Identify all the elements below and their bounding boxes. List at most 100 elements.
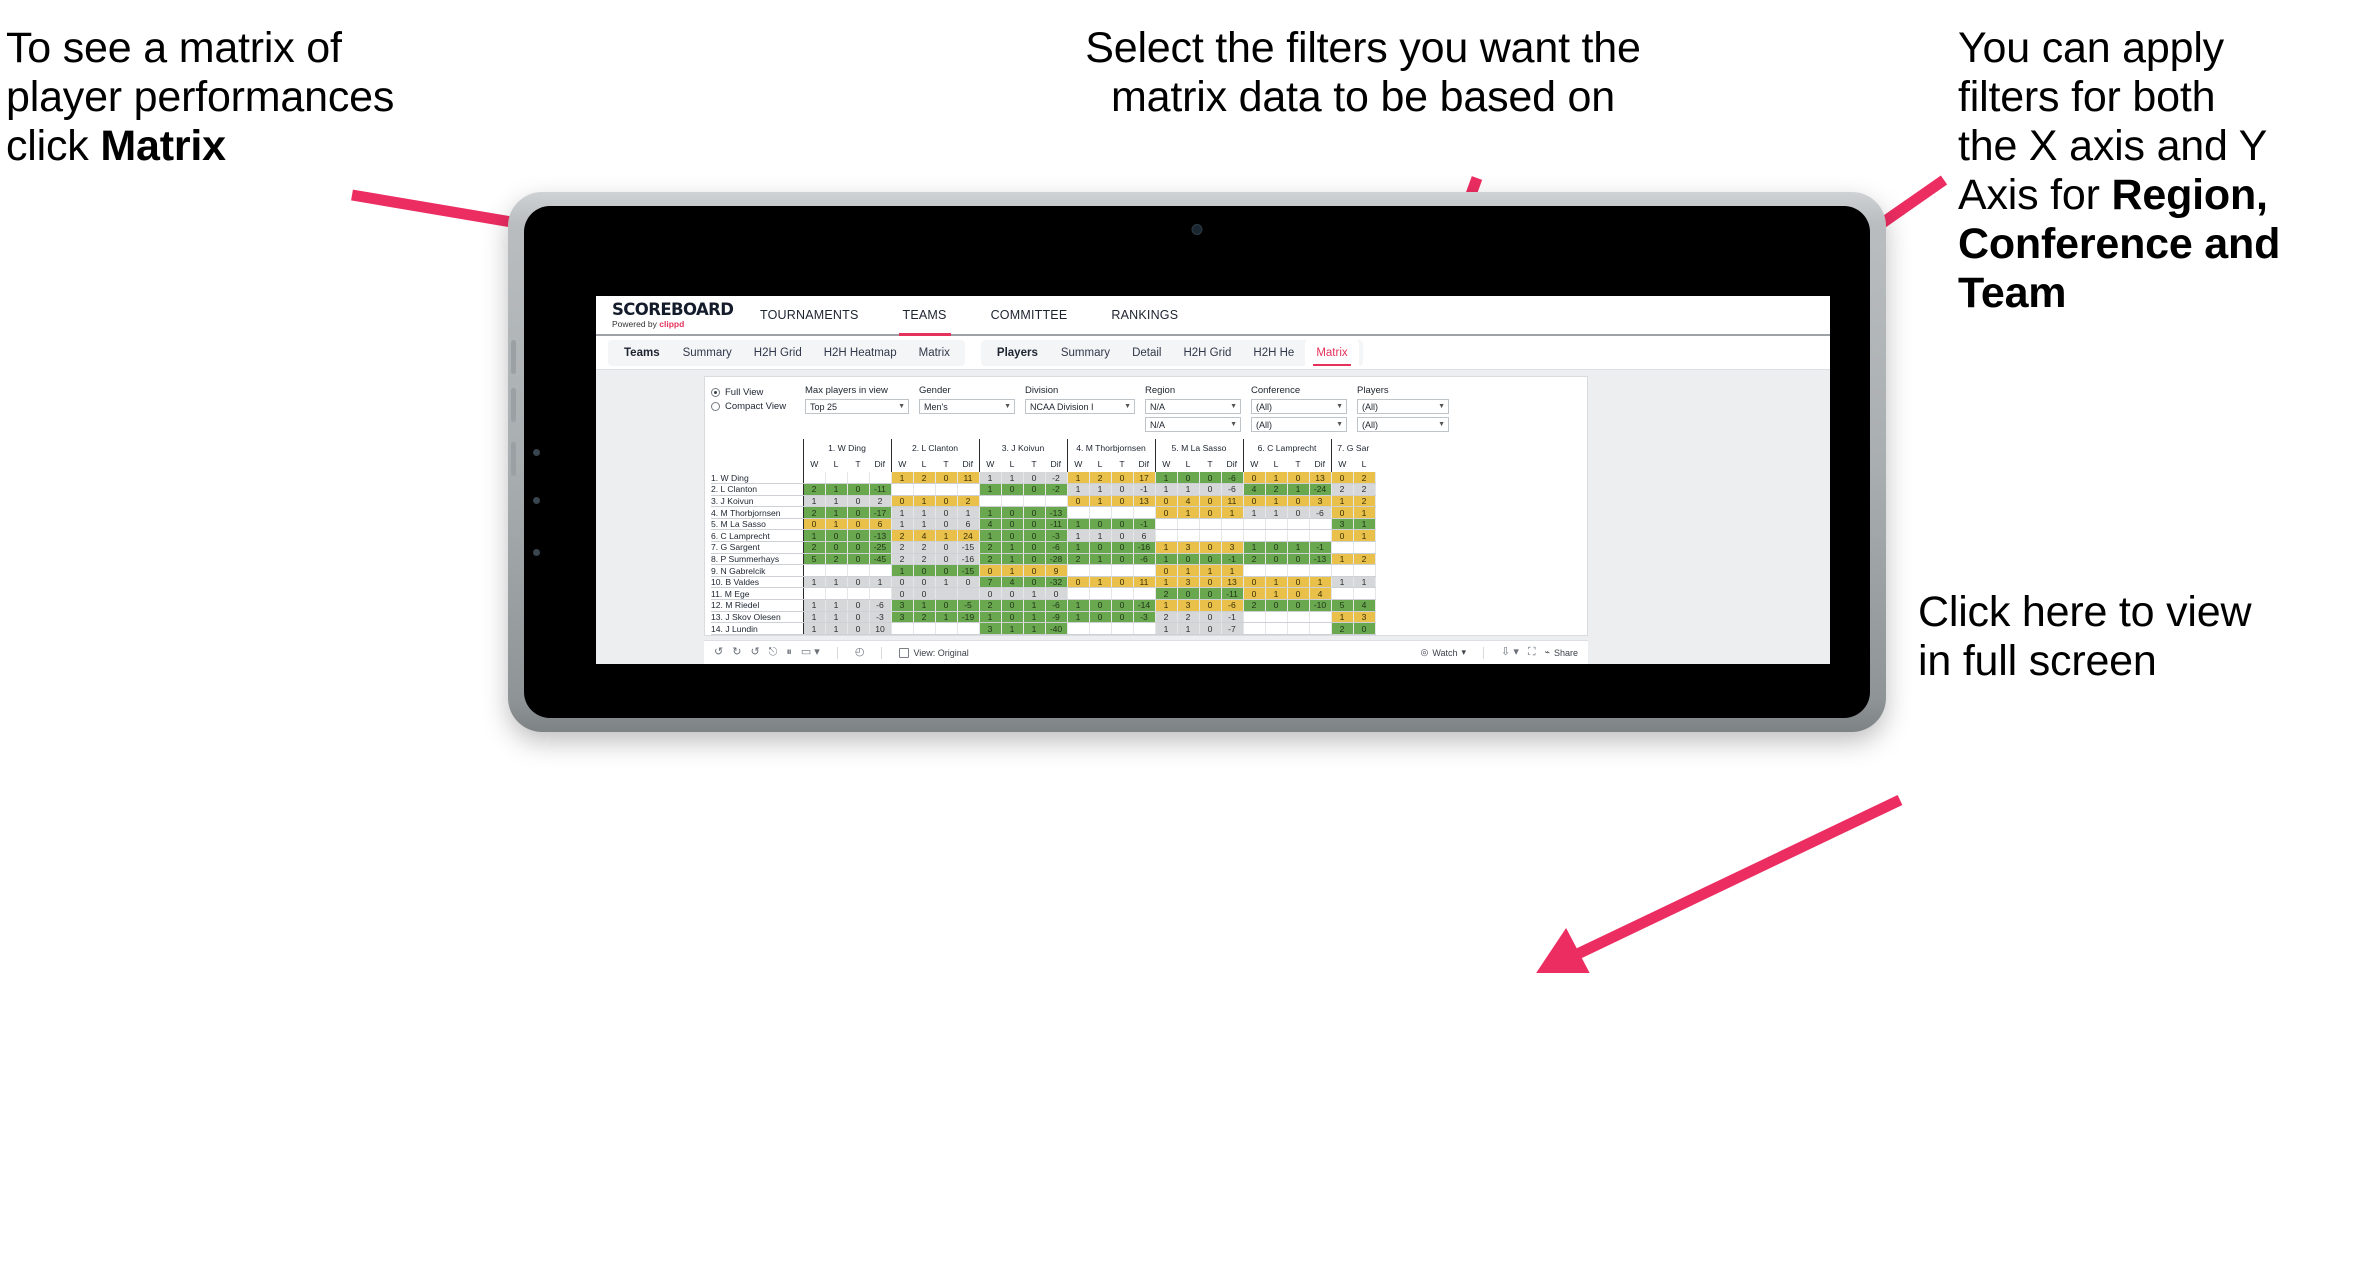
matrix-cell[interactable]: -15 [957, 564, 980, 577]
matrix-cell[interactable]: -1 [1133, 483, 1156, 496]
matrix-cell[interactable]: -6 [1221, 599, 1244, 612]
matrix-column-header[interactable]: 7. G Sar [1330, 439, 1375, 456]
filter-conference-y-select[interactable]: (All) ▼ [1251, 417, 1347, 432]
matrix-cell[interactable] [1111, 587, 1134, 601]
matrix-cell[interactable]: 4 [1001, 576, 1024, 589]
matrix-cell[interactable]: 0 [890, 576, 914, 589]
matrix-cell[interactable] [1133, 564, 1156, 577]
nav-rankings[interactable]: RANKINGS [1089, 296, 1200, 334]
matrix-cell[interactable]: 2 [1330, 622, 1354, 635]
subtab-players-matrix[interactable]: Matrix [1305, 339, 1359, 366]
matrix-row-header[interactable]: 9. N Gabrelcik [711, 564, 803, 577]
matrix-column-header[interactable]: 6. C Lamprecht [1242, 439, 1331, 456]
matrix-cell[interactable]: 0 [1330, 506, 1354, 519]
matrix-cell[interactable]: 1 [1066, 599, 1090, 612]
matrix-cell[interactable]: 4 [1309, 587, 1332, 601]
matrix-cell[interactable]: 3 [1177, 576, 1200, 589]
matrix-cell[interactable]: 0 [1199, 472, 1222, 485]
matrix-cell[interactable]: 1 [935, 611, 958, 624]
filter-max-players-select[interactable]: Top 25 ▼ [805, 399, 909, 414]
matrix-row-header[interactable]: 5. M La Sasso [711, 518, 803, 531]
matrix-cell[interactable]: 0 [1199, 611, 1222, 624]
matrix-cell[interactable]: -11 [869, 483, 892, 496]
matrix-cell[interactable]: 2 [978, 541, 1002, 554]
matrix-cell[interactable]: -13 [869, 529, 892, 543]
matrix-cell[interactable]: 1 [935, 576, 958, 589]
matrix-cell[interactable]: -11 [1221, 587, 1244, 601]
matrix-cell[interactable]: 7 [978, 576, 1002, 589]
subtab-players-h2h-grid[interactable]: H2H Grid [1172, 340, 1242, 366]
matrix-cell[interactable]: 2 [869, 495, 892, 508]
matrix-cell[interactable]: 1 [825, 495, 848, 508]
matrix-cell[interactable]: 0 [1111, 518, 1134, 531]
matrix-cell[interactable]: 1 [913, 518, 936, 531]
matrix-cell[interactable]: -19 [869, 634, 892, 635]
matrix-cell[interactable]: 0 [1111, 611, 1134, 624]
matrix-row-header[interactable]: 12. M Riedel [711, 599, 803, 612]
matrix-cell[interactable] [1111, 506, 1134, 519]
matrix-cell[interactable] [1133, 506, 1156, 519]
matrix-cell[interactable]: 1 [1221, 506, 1244, 519]
matrix-cell[interactable] [1133, 622, 1156, 635]
matrix-cell[interactable]: -7 [1221, 622, 1244, 635]
matrix-cell[interactable]: 3 [1221, 541, 1244, 554]
matrix-cell[interactable]: 0 [935, 599, 958, 612]
matrix-cell[interactable] [1309, 622, 1332, 635]
matrix-cell[interactable] [1089, 634, 1112, 635]
matrix-cell[interactable] [1066, 564, 1090, 577]
matrix-cell[interactable]: 2 [1242, 553, 1266, 566]
matrix-cell[interactable]: 1 [1330, 495, 1354, 508]
matrix-row-header[interactable]: 11. M Ege [711, 587, 803, 601]
matrix-cell[interactable]: 1 [1023, 587, 1046, 601]
matrix-cell[interactable]: -28 [1045, 553, 1068, 566]
matrix-cell[interactable]: 1 [1154, 576, 1178, 589]
matrix-cell[interactable]: 0 [935, 634, 958, 635]
matrix-cell[interactable]: 4 [1353, 599, 1376, 612]
matrix-cell[interactable]: 0 [847, 541, 870, 554]
matrix-cell[interactable] [869, 587, 892, 601]
matrix-cell[interactable] [1111, 634, 1134, 635]
matrix-cell[interactable] [1287, 611, 1310, 624]
matrix-cell[interactable]: 1 [825, 518, 848, 531]
matrix-row-header[interactable]: 1. W Ding [711, 472, 803, 485]
brand-logo[interactable]: SCOREBOARD Powered by clippd [606, 301, 734, 329]
matrix-cell[interactable]: 9 [1045, 564, 1068, 577]
matrix-cell[interactable] [890, 622, 914, 635]
matrix-cell[interactable]: -6 [1221, 483, 1244, 496]
matrix-cell[interactable]: 13 [1309, 472, 1332, 485]
matrix-cell[interactable]: 1 [913, 495, 936, 508]
matrix-cell[interactable] [1330, 541, 1354, 554]
matrix-cell[interactable]: 0 [935, 506, 958, 519]
matrix-cell[interactable] [1066, 506, 1090, 519]
matrix-cell[interactable]: 0 [1265, 541, 1288, 554]
matrix-cell[interactable] [1242, 529, 1266, 543]
subtab-players-h2h-heatmap[interactable]: H2H He [1242, 340, 1305, 366]
matrix-cell[interactable]: 0 [1154, 506, 1178, 519]
matrix-cell[interactable] [1287, 518, 1310, 531]
matrix-cell[interactable]: 3 [1177, 541, 1200, 554]
matrix-cell[interactable] [1353, 564, 1376, 577]
matrix-cell[interactable]: 0 [935, 495, 958, 508]
matrix-cell[interactable]: 0 [1089, 541, 1112, 554]
matrix-cell[interactable]: 2 [978, 634, 1002, 635]
matrix-cell[interactable] [847, 587, 870, 601]
matrix-cell[interactable]: 0 [1023, 518, 1046, 531]
matrix-cell[interactable]: 0 [1023, 506, 1046, 519]
matrix-cell[interactable]: 2 [1242, 599, 1266, 612]
matrix-cell[interactable] [802, 564, 826, 577]
matrix-cell[interactable] [1133, 587, 1156, 601]
matrix-cell[interactable]: 0 [847, 518, 870, 531]
matrix-cell[interactable]: 1 [802, 599, 826, 612]
matrix-cell[interactable]: 4 [1221, 634, 1244, 635]
matrix-cell[interactable]: -1 [1221, 611, 1244, 624]
matrix-cell[interactable] [1353, 541, 1376, 554]
matrix-cell[interactable]: 2 [1353, 495, 1376, 508]
matrix-cell[interactable]: -1 [1309, 541, 1332, 554]
matrix-cell[interactable]: 6 [957, 518, 980, 531]
matrix-cell[interactable]: 1 [890, 564, 914, 577]
matrix-cell[interactable]: -3 [869, 611, 892, 624]
matrix-cell[interactable]: 2 [978, 599, 1002, 612]
download-icon[interactable]: ⇩ ▾ [1501, 647, 1519, 658]
matrix-cell[interactable]: 2 [1066, 553, 1090, 566]
matrix-cell[interactable] [1066, 634, 1090, 635]
